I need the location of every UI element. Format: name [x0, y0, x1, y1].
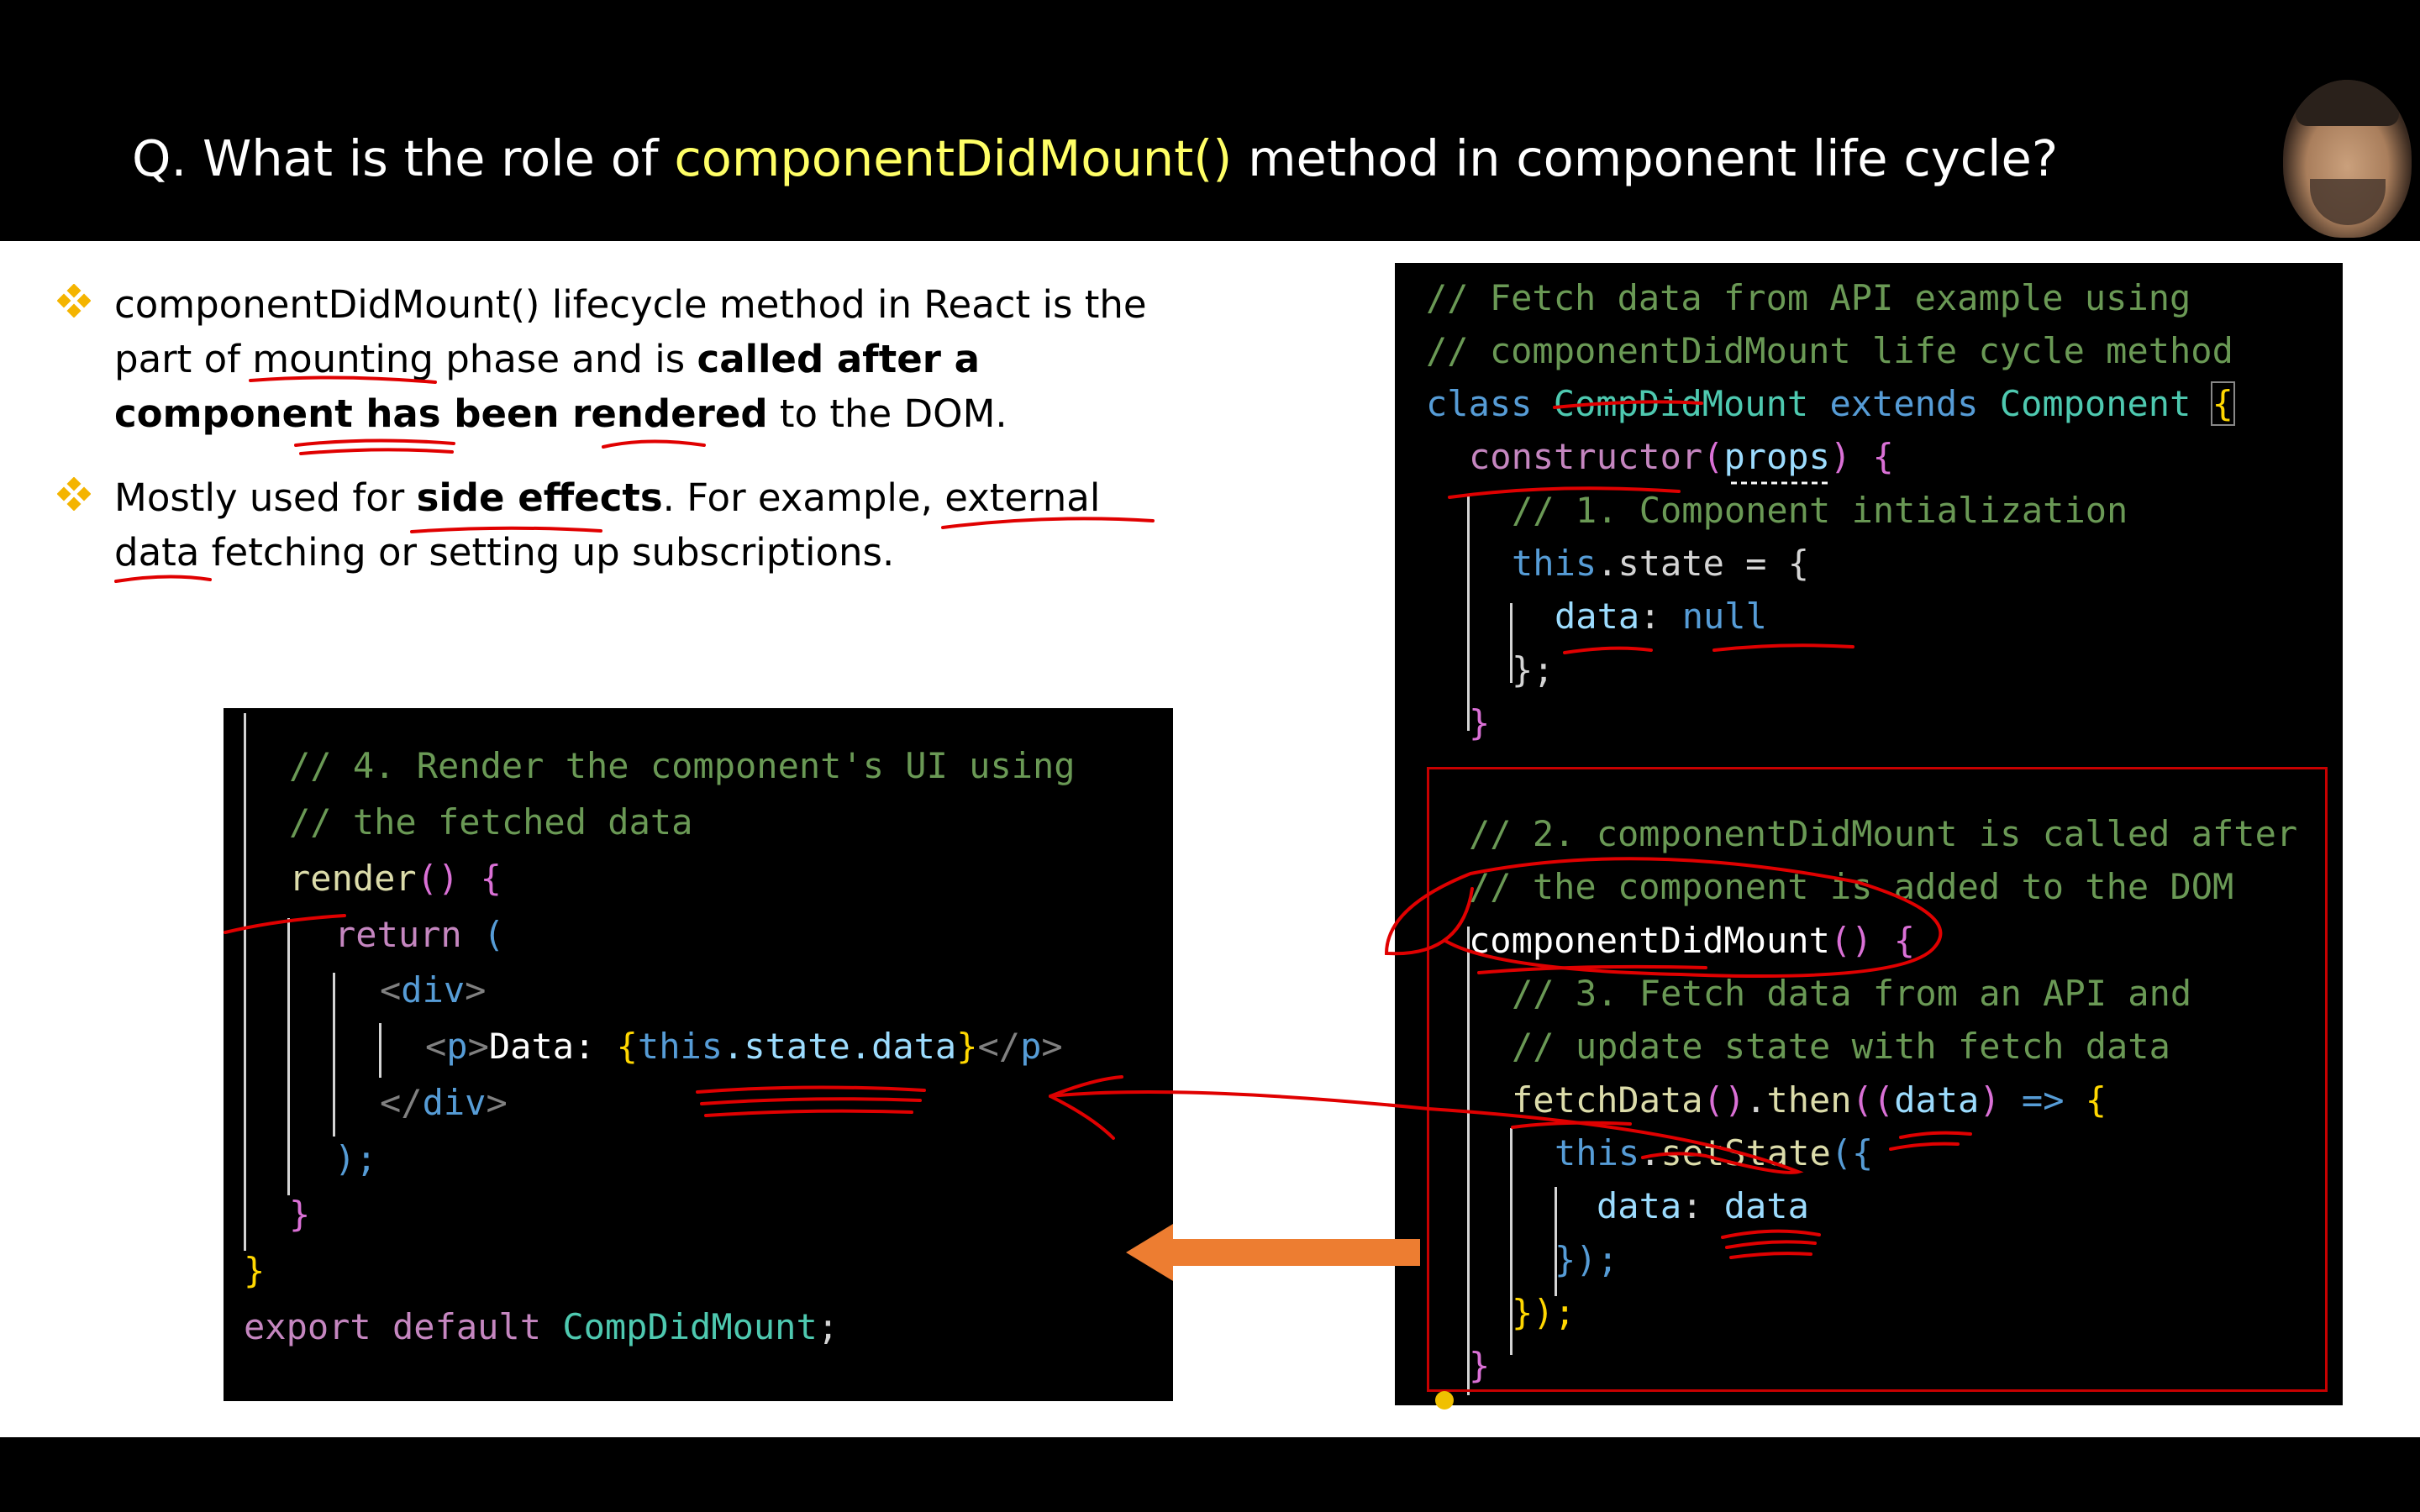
code-line: </div>: [380, 1078, 508, 1128]
code-line: // 1. Component intialization: [1512, 486, 2128, 536]
bullet-item: componentDidMount() lifecycle method in …: [57, 277, 1166, 441]
code-property: .state.data: [723, 1026, 957, 1067]
code-this: this: [1512, 543, 1597, 584]
code-line: return (: [334, 910, 504, 960]
jsx-bracket: >: [1041, 1026, 1063, 1067]
code-keyword: extends: [1829, 383, 1979, 424]
jsx-bracket: <: [425, 1026, 447, 1067]
indent-guide: [244, 713, 246, 1251]
code-class-name: Component: [1999, 383, 2191, 424]
jsx-tag: div: [422, 1082, 487, 1123]
code-brace: {: [616, 1026, 638, 1067]
code-line: }: [1469, 698, 1490, 748]
jsx-tag: div: [401, 969, 466, 1011]
code-line: <p>Data: {this.state.data}</p>: [425, 1021, 1063, 1072]
bullet-text: componentDidMount() lifecycle method in …: [114, 282, 1147, 381]
title-prefix: Q. What is the role of: [132, 129, 675, 187]
code-brace: {: [1872, 436, 1894, 477]
cursor-indicator: [1435, 1391, 1454, 1410]
avatar-hair: [2296, 80, 2399, 126]
render-code-panel: // 4. Render the component's UI using //…: [224, 708, 1173, 1401]
orange-arrow-head: [1126, 1224, 1173, 1281]
code-comment: // Fetch data from API example using: [1426, 277, 2191, 318]
code-comment: // componentDidMount life cycle method: [1426, 330, 2233, 371]
code-line: );: [334, 1134, 377, 1184]
code-param: props: [1723, 436, 1830, 477]
code-paren: (: [1702, 436, 1724, 477]
jsx-bracket: >: [465, 969, 487, 1011]
slide-title: Q. What is the role of componentDidMount…: [132, 129, 2058, 188]
bullet-list: componentDidMount() lifecycle method in …: [57, 277, 1166, 609]
code-line: // the fetched data: [289, 797, 692, 848]
diamond-bullet-icon: [57, 477, 91, 511]
code-brace: }: [244, 1250, 266, 1291]
code-punct: };: [1512, 649, 1555, 690]
code-keyword: export default: [244, 1306, 542, 1347]
bullet-text: Mostly used for: [114, 475, 417, 520]
slide-header: Q. What is the role of componentDidMount…: [0, 0, 2420, 241]
code-line: this.state = {: [1512, 538, 1809, 589]
code-line: <div>: [380, 965, 486, 1016]
code-paren: (: [483, 914, 505, 955]
code-brace: }: [1469, 702, 1491, 743]
code-line: }: [289, 1189, 310, 1240]
code-line: data: null: [1555, 591, 1767, 642]
bullet-bold-text: side effects: [416, 475, 663, 520]
code-comment: // the fetched data: [289, 801, 693, 843]
jsx-bracket: <: [380, 969, 402, 1011]
code-this: this: [637, 1026, 723, 1067]
jsx-tag: p: [446, 1026, 468, 1067]
jsx-bracket: >: [486, 1082, 508, 1123]
code-line: // componentDidMount life cycle method: [1426, 326, 2233, 376]
code-brace: }: [289, 1194, 311, 1235]
code-line: class CompDidMount extends Component {: [1426, 379, 2235, 429]
diamond-bullet-icon: [57, 284, 91, 318]
code-function: constructor: [1469, 436, 1703, 477]
highlight-box: [1427, 767, 2328, 1392]
jsx-text: Data:: [488, 1026, 617, 1067]
orange-arrow: [1171, 1239, 1420, 1266]
title-suffix: method in component life cycle?: [1232, 129, 2059, 187]
code-line: // Fetch data from API example using: [1426, 273, 2191, 323]
code-line: constructor(props) {: [1469, 432, 1894, 482]
jsx-bracket: </: [380, 1082, 423, 1123]
code-line: };: [1512, 645, 1555, 696]
code-class-name: CompDidMount: [1553, 383, 1809, 424]
code-comment: // 1. Component intialization: [1512, 490, 2128, 531]
code-paren: ): [1829, 436, 1852, 477]
bullet-text: to the DOM.: [767, 391, 1007, 436]
code-punct: ;: [817, 1306, 839, 1347]
code-keyword: class: [1426, 383, 1533, 424]
code-function: render: [289, 858, 417, 899]
slide-footer: [0, 1437, 2420, 1512]
code-brace: }: [956, 1026, 978, 1067]
code-line: render() {: [289, 853, 502, 904]
indent-guide: [287, 918, 290, 1195]
jsx-bracket: >: [467, 1026, 489, 1067]
indent-guide: [379, 1023, 381, 1078]
jsx-bracket: </: [977, 1026, 1021, 1067]
code-paren: (): [416, 858, 460, 899]
bullet-item: Mostly used for side effects. For exampl…: [57, 470, 1166, 580]
code-comment: // 4. Render the component's UI using: [289, 745, 1076, 786]
code-line: }: [244, 1246, 265, 1296]
indent-guide: [333, 973, 335, 1137]
indent-guide: [1467, 496, 1470, 731]
code-brace: {: [2210, 381, 2235, 426]
code-line: // 4. Render the component's UI using: [289, 741, 1076, 791]
code-line: export default CompDidMount;: [244, 1302, 839, 1352]
code-brace: {: [480, 858, 502, 899]
code-punct: :: [1639, 596, 1682, 637]
code-keyword: return: [334, 914, 462, 955]
presenter-avatar: [2283, 80, 2412, 238]
code-literal: null: [1681, 596, 1767, 637]
avatar-beard: [2310, 179, 2386, 225]
code-statement: .state = {: [1597, 543, 1810, 584]
code-property: data: [1555, 596, 1640, 637]
code-punct: );: [334, 1138, 377, 1179]
code-class-name: CompDidMount: [562, 1306, 818, 1347]
title-highlight: componentDidMount(): [674, 129, 1233, 187]
jsx-tag: p: [1020, 1026, 1042, 1067]
